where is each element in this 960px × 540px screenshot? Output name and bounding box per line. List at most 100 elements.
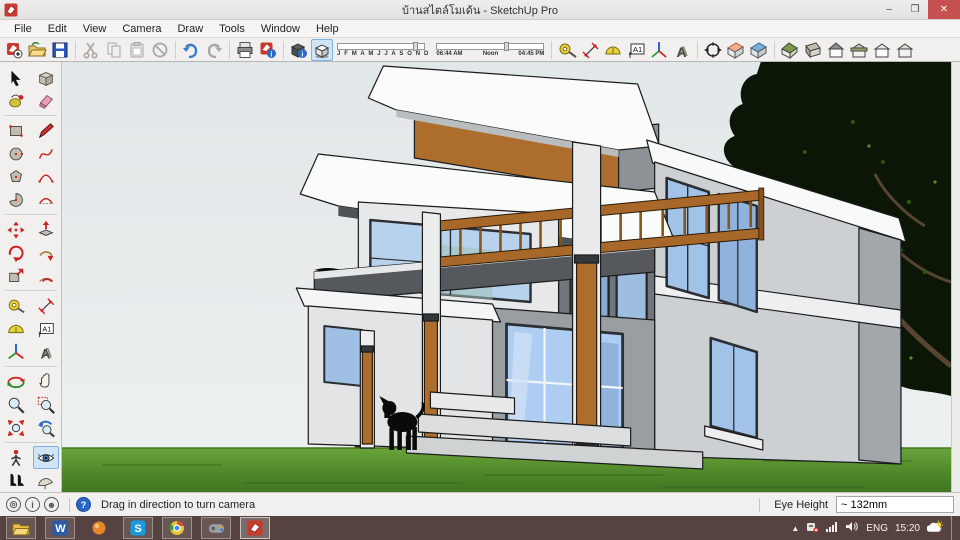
- model-info-icon[interactable]: i: [257, 39, 279, 61]
- pie-tool-icon[interactable]: [3, 188, 29, 211]
- model-viewport[interactable]: [62, 62, 951, 492]
- taskbar-word-icon[interactable]: W: [45, 517, 75, 539]
- paint-bucket-icon[interactable]: [3, 89, 29, 112]
- zoom-window-tool-icon[interactable]: [33, 393, 59, 416]
- tray-weather-icon[interactable]: [926, 519, 944, 537]
- menu-window[interactable]: Window: [253, 22, 308, 36]
- open-icon[interactable]: [26, 39, 48, 61]
- view-right-icon[interactable]: [894, 39, 916, 61]
- freehand-tool-icon[interactable]: [33, 142, 59, 165]
- look-around-tool-icon[interactable]: [32, 446, 59, 469]
- offset-tool-icon[interactable]: [33, 264, 59, 287]
- close-button[interactable]: ✕: [928, 0, 960, 19]
- 3d-text-palette-icon[interactable]: AA: [33, 340, 59, 363]
- zoom-tool-icon[interactable]: [3, 393, 29, 416]
- tray-volume-icon[interactable]: [846, 521, 859, 535]
- show-desktop-button[interactable]: [951, 516, 956, 540]
- restore-button[interactable]: ❐: [902, 0, 928, 19]
- eraser-icon[interactable]: [33, 89, 59, 112]
- arc-2pt-tool-icon[interactable]: [33, 188, 59, 211]
- menu-help[interactable]: Help: [308, 22, 347, 36]
- push-pull-tool-icon[interactable]: [33, 218, 59, 241]
- dimension-icon[interactable]: [579, 39, 601, 61]
- taskbar-app-orange-icon[interactable]: [84, 517, 114, 539]
- camera-target-icon[interactable]: [702, 39, 724, 61]
- view-iso-icon[interactable]: [779, 39, 801, 61]
- rectangle-tool-icon[interactable]: [3, 119, 29, 142]
- tape-measure-tool-icon[interactable]: [3, 294, 29, 317]
- follow-me-tool-icon[interactable]: [33, 241, 59, 264]
- account-icon[interactable]: ☻: [44, 497, 59, 512]
- taskbar-clock[interactable]: 15:20: [895, 523, 920, 534]
- make-component-icon[interactable]: [33, 66, 59, 89]
- tape-measure-icon[interactable]: [556, 39, 578, 61]
- view-front-icon[interactable]: [825, 39, 847, 61]
- arc-tool-icon[interactable]: [33, 165, 59, 188]
- taskbar-language[interactable]: ENG: [866, 523, 888, 534]
- position-camera-tool-icon[interactable]: [3, 446, 29, 469]
- print-icon[interactable]: [234, 39, 256, 61]
- taskbar-chrome-icon[interactable]: [162, 517, 192, 539]
- geolocation-icon[interactable]: ◎: [6, 497, 21, 512]
- taskbar-skype-icon[interactable]: S: [123, 517, 153, 539]
- menu-camera[interactable]: Camera: [114, 22, 169, 36]
- undo-icon[interactable]: [180, 39, 202, 61]
- svg-text:A1: A1: [42, 324, 51, 333]
- shadow-time-slider[interactable]: 06:44 AM Noon 04:45 PM: [436, 41, 545, 57]
- save-icon[interactable]: [49, 39, 71, 61]
- tray-input-indicator-icon[interactable]: [806, 521, 819, 536]
- redo-icon[interactable]: [203, 39, 225, 61]
- instructor-icon[interactable]: i: [25, 497, 40, 512]
- zoom-extents-tool-icon[interactable]: [3, 416, 29, 439]
- orbit-tool-icon[interactable]: [3, 370, 29, 393]
- taskbar-app-game-icon[interactable]: [201, 517, 231, 539]
- menu-view[interactable]: View: [75, 22, 115, 36]
- text-tool-icon[interactable]: A1: [625, 39, 647, 61]
- line-tool-icon[interactable]: [33, 119, 59, 142]
- section-cuts-icon[interactable]: [748, 39, 770, 61]
- move-tool-icon[interactable]: [3, 218, 29, 241]
- pan-tool-icon[interactable]: [33, 370, 59, 393]
- tray-network-icon[interactable]: [826, 521, 839, 535]
- shadows-toggle-icon[interactable]: [311, 38, 333, 61]
- copy-icon[interactable]: [103, 39, 125, 61]
- entity-info-icon[interactable]: i: [288, 39, 310, 61]
- circle-tool-icon[interactable]: [3, 142, 29, 165]
- axes-tool-icon[interactable]: [648, 39, 670, 61]
- walk-tool-icon[interactable]: [3, 469, 29, 492]
- tray-expand-icon[interactable]: ▲: [791, 524, 799, 533]
- minimize-button[interactable]: –: [876, 0, 902, 19]
- section-plane-icon[interactable]: [725, 39, 747, 61]
- shadow-date-slider[interactable]: J F M A M J J A S O N D: [337, 41, 429, 57]
- view-back-icon[interactable]: [848, 39, 870, 61]
- new-icon[interactable]: [3, 39, 25, 61]
- window-title: บ้านสไตล์โมเด้น - SketchUp Pro: [401, 4, 559, 17]
- help-icon[interactable]: ?: [76, 497, 91, 512]
- menu-draw[interactable]: Draw: [169, 22, 211, 36]
- view-top-icon[interactable]: [802, 39, 824, 61]
- eye-height-input[interactable]: [836, 496, 954, 513]
- select-tool-icon[interactable]: [3, 66, 29, 89]
- dimension-tool-icon[interactable]: [33, 294, 59, 317]
- protractor-tool-icon[interactable]: [3, 317, 29, 340]
- axes-palette-icon[interactable]: [3, 340, 29, 363]
- rotate-tool-icon[interactable]: [3, 241, 29, 264]
- text-tool-palette-icon[interactable]: A1: [33, 317, 59, 340]
- taskbar-sketchup-icon[interactable]: [240, 517, 270, 539]
- menu-edit[interactable]: Edit: [40, 22, 75, 36]
- cut-icon[interactable]: [80, 39, 102, 61]
- zoom-previous-tool-icon[interactable]: [33, 416, 59, 439]
- protractor-icon[interactable]: [602, 39, 624, 61]
- 3d-text-icon[interactable]: AA: [671, 39, 693, 61]
- windows-taskbar: W S ▲ ENG 15:20: [0, 516, 960, 540]
- view-left-icon[interactable]: [871, 39, 893, 61]
- paste-icon[interactable]: [126, 39, 148, 61]
- section-plane-tool-icon[interactable]: [33, 469, 59, 492]
- menu-tools[interactable]: Tools: [211, 22, 253, 36]
- menu-file[interactable]: File: [6, 22, 40, 36]
- erase-icon[interactable]: [149, 39, 171, 61]
- scale-tool-icon[interactable]: [3, 264, 29, 287]
- svg-text:S: S: [134, 523, 141, 535]
- taskbar-explorer-icon[interactable]: [6, 517, 36, 539]
- polygon-tool-icon[interactable]: [3, 165, 29, 188]
